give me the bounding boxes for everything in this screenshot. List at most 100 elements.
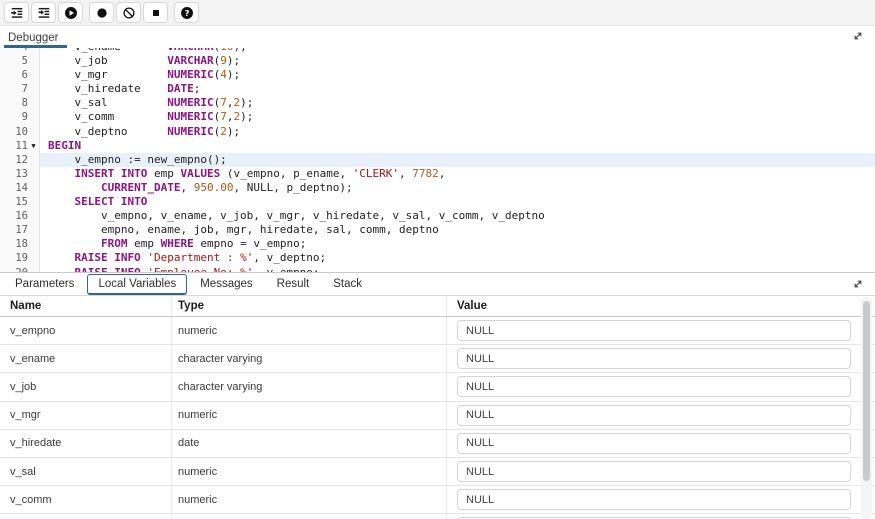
variable-type: date — [172, 430, 447, 457]
gutter-spacer — [28, 54, 39, 68]
gutter-spacer — [28, 195, 39, 209]
code-line-7: 7 v_hiredate DATE; — [0, 82, 875, 96]
line-number: 17 — [0, 223, 28, 237]
gutter-spacer — [28, 237, 39, 251]
code-text: v_mgr NUMERIC(4); — [40, 68, 875, 82]
line-gutter[interactable]: 18 — [0, 237, 40, 251]
column-header-name: Name — [0, 296, 172, 316]
variable-value-input[interactable] — [457, 433, 851, 454]
table-scrollbar-thumb[interactable] — [863, 301, 870, 481]
code-line-15: 15 SELECT INTO — [0, 195, 875, 209]
toggle-breakpoint-button[interactable] — [89, 2, 114, 23]
line-gutter[interactable]: 19 — [0, 251, 40, 265]
tab-debugger[interactable]: Debugger — [4, 26, 67, 48]
line-gutter[interactable]: 11▼ — [0, 139, 40, 153]
line-gutter[interactable]: 17 — [0, 223, 40, 237]
panel-tab-parameters[interactable]: Parameters — [4, 274, 85, 294]
variable-name: v_comm — [0, 486, 172, 513]
variable-value-input[interactable] — [457, 405, 851, 426]
gutter-spacer — [28, 96, 39, 110]
variable-value-input[interactable] — [457, 320, 851, 341]
line-number: 19 — [0, 251, 28, 265]
play-icon — [64, 6, 78, 20]
code-line-6: 6 v_mgr NUMERIC(4); — [0, 68, 875, 82]
panel-tab-local-variables[interactable]: Local Variables — [87, 274, 187, 295]
variable-name: v_ename — [0, 345, 172, 372]
code-line-14: 14 CURRENT_DATE, 950.00, NULL, p_deptno)… — [0, 181, 875, 195]
variable-value-cell — [447, 373, 875, 400]
line-gutter[interactable]: 16 — [0, 209, 40, 223]
line-number: 5 — [0, 54, 28, 68]
variable-value-input[interactable] — [457, 376, 851, 397]
variable-row-v_mgr: v_mgrnumeric — [0, 402, 875, 430]
panel-tab-stack[interactable]: Stack — [322, 274, 373, 294]
variable-value-input[interactable] — [457, 461, 851, 482]
variable-row-v_job: v_jobcharacter varying — [0, 373, 875, 401]
line-number: 10 — [0, 125, 28, 139]
line-gutter[interactable]: 12 — [0, 153, 40, 167]
code-line-17: 17 empno, ename, job, mgr, hiredate, sal… — [0, 223, 875, 237]
line-number: 12 — [0, 153, 28, 167]
debugger-toolbar: ? — [0, 0, 875, 26]
line-number: 9 — [0, 110, 28, 124]
step-over-button[interactable] — [31, 2, 56, 23]
line-gutter[interactable]: 7 — [0, 82, 40, 96]
svg-text:?: ? — [184, 7, 189, 17]
variable-name: v_sal — [0, 458, 172, 485]
variable-type: numeric — [172, 514, 447, 519]
variable-value-input[interactable] — [457, 489, 851, 510]
table-scrollbar[interactable] — [861, 297, 872, 519]
line-number: 6 — [0, 68, 28, 82]
variable-row-v_deptno: v_deptnonumeric — [0, 514, 875, 519]
gutter-spacer — [28, 82, 39, 96]
code-editor[interactable]: 4 v_ename VARCHAR(10);5 v_job VARCHAR(9)… — [0, 48, 875, 272]
breakpoint-icon — [95, 6, 109, 20]
stop-icon — [149, 6, 163, 20]
code-text: v_job VARCHAR(9); — [40, 54, 875, 68]
variable-type: numeric — [172, 486, 447, 513]
fold-marker-icon[interactable]: ▼ — [28, 139, 39, 153]
line-number: 8 — [0, 96, 28, 110]
variable-value-cell — [447, 345, 875, 372]
code-line-16: 16 v_empno, v_ename, v_job, v_mgr, v_hir… — [0, 209, 875, 223]
variable-value-cell — [447, 317, 875, 344]
continue-button[interactable] — [58, 2, 83, 23]
line-gutter[interactable]: 13 — [0, 167, 40, 181]
variable-type: numeric — [172, 458, 447, 485]
tab-debugger-label: Debugger — [8, 32, 59, 44]
panel-tab-messages[interactable]: Messages — [189, 274, 263, 294]
code-line-9: 9 v_comm NUMERIC(7,2); — [0, 110, 875, 124]
code-lines: 4 v_ename VARCHAR(10);5 v_job VARCHAR(9)… — [0, 48, 875, 272]
variable-row-v_ename: v_enamecharacter varying — [0, 345, 875, 373]
variable-value-cell — [447, 430, 875, 457]
help-button[interactable]: ? — [174, 2, 199, 23]
line-gutter[interactable]: 9 — [0, 110, 40, 124]
expand-editor-button[interactable] — [851, 29, 867, 45]
variable-type: numeric — [172, 402, 447, 429]
variable-value-input[interactable] — [457, 348, 851, 369]
code-text: v_comm NUMERIC(7,2); — [40, 110, 875, 124]
line-gutter[interactable]: 15 — [0, 195, 40, 209]
local-variables-table: Name Type Value v_empnonumericv_enamecha… — [0, 296, 875, 519]
variable-value-cell — [447, 458, 875, 485]
help-icon: ? — [180, 6, 194, 20]
variable-value-cell — [447, 514, 875, 519]
code-text: BEGIN — [40, 139, 875, 153]
line-gutter[interactable]: 6 — [0, 68, 40, 82]
variable-name: v_job — [0, 373, 172, 400]
stop-button[interactable] — [143, 2, 168, 23]
line-gutter[interactable]: 5 — [0, 54, 40, 68]
line-gutter[interactable]: 8 — [0, 96, 40, 110]
code-line-13: 13 INSERT INTO emp VALUES (v_empno, p_en… — [0, 167, 875, 181]
line-gutter[interactable]: 14 — [0, 181, 40, 195]
line-gutter[interactable]: 10 — [0, 125, 40, 139]
clear-all-breakpoints-button[interactable] — [116, 2, 141, 23]
step-over-icon — [37, 6, 51, 20]
step-into-button[interactable] — [4, 2, 29, 23]
code-text: INSERT INTO emp VALUES (v_empno, p_ename… — [40, 167, 875, 181]
expand-panel-button[interactable] — [851, 277, 867, 293]
debugger-window: ? Debugger 4 v_ename VARCHAR(10);5 v_job… — [0, 0, 875, 519]
panel-tab-result[interactable]: Result — [266, 274, 321, 294]
variable-name: v_deptno — [0, 514, 172, 519]
code-line-8: 8 v_sal NUMERIC(7,2); — [0, 96, 875, 110]
